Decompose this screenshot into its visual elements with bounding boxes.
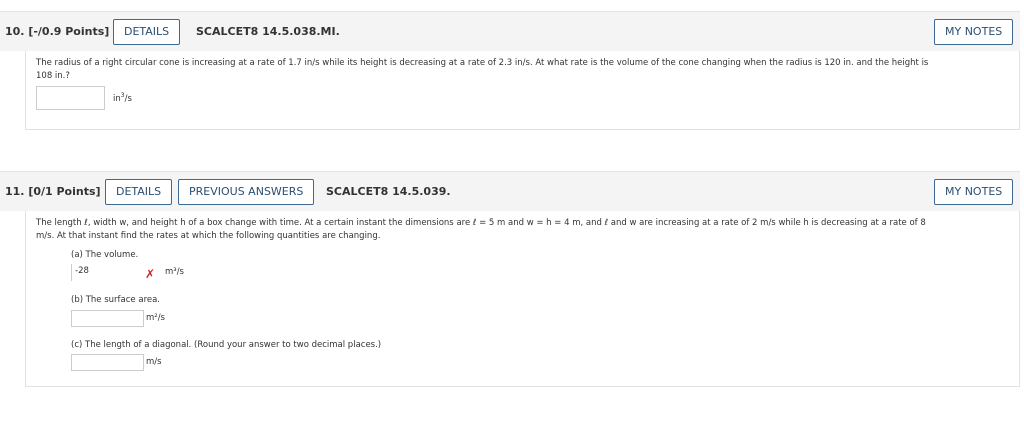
- question-11-body: The length ℓ, width w, and height h of a…: [25, 211, 1020, 387]
- question-11-header: 11. [0/1 Points] DETAILS PREVIOUS ANSWER…: [0, 171, 1020, 211]
- part-c-unit: m/s: [146, 357, 162, 367]
- part-a-input[interactable]: -28: [71, 264, 144, 281]
- part-c-input[interactable]: [71, 354, 144, 371]
- volume-rate-input[interactable]: [36, 86, 105, 110]
- question-10-number: 10. [-/0.9 Points]: [5, 25, 110, 38]
- question-10-text-line1: The radius of a right circular cone is i…: [36, 58, 929, 68]
- details-button[interactable]: DETAILS: [105, 179, 173, 205]
- x-mark-icon: ✗: [145, 267, 156, 281]
- question-11-code: SCALCET8 14.5.039.: [326, 185, 451, 198]
- part-b-unit: m²/s: [146, 313, 165, 323]
- part-b-label: (b) The surface area.: [71, 295, 161, 305]
- question-10-text-line2: 108 in.?: [36, 71, 70, 81]
- my-notes-button[interactable]: MY NOTES: [934, 179, 1014, 205]
- question-10-body: The radius of a right circular cone is i…: [25, 51, 1020, 130]
- previous-answers-button[interactable]: PREVIOUS ANSWERS: [178, 179, 315, 205]
- question-10-text: The radius of a right circular cone is i…: [36, 57, 1016, 83]
- question-10-header: 10. [-/0.9 Points] DETAILS SCALCET8 14.5…: [0, 11, 1020, 51]
- question-11-text: The length ℓ, width w, and height h of a…: [36, 217, 1016, 243]
- question-11-text-line1: The length ℓ, width w, and height h of a…: [36, 218, 926, 228]
- my-notes-button[interactable]: MY NOTES: [934, 19, 1014, 45]
- part-a-label: (a) The volume.: [71, 250, 139, 260]
- part-c-label: (c) The length of a diagonal. (Round you…: [71, 340, 382, 350]
- part-a-unit: m³/s: [165, 267, 184, 277]
- details-button[interactable]: DETAILS: [113, 19, 181, 45]
- volume-rate-unit: in3/s: [113, 92, 132, 104]
- question-11-number: 11. [0/1 Points]: [5, 185, 101, 198]
- question-11-text-line2: m/s. At that instant find the rates at w…: [36, 231, 381, 241]
- part-b-input[interactable]: [71, 310, 144, 327]
- question-10-code: SCALCET8 14.5.038.MI.: [196, 25, 340, 38]
